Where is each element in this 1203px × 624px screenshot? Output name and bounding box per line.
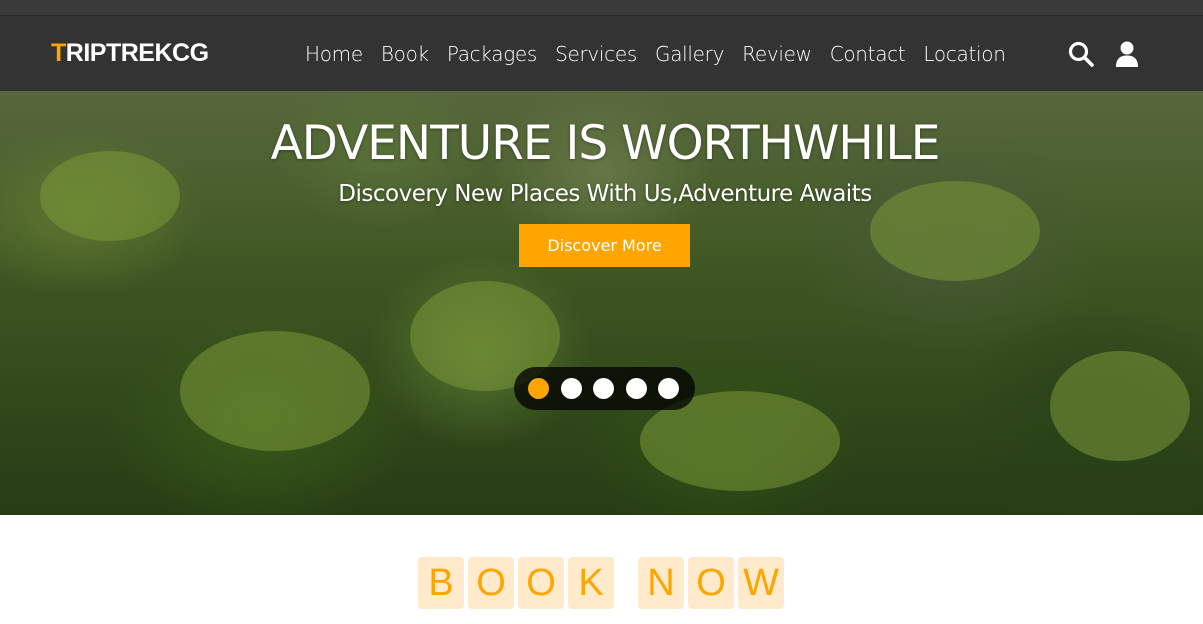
hero-title: ADVENTURE IS WORTHWHILE <box>270 116 941 171</box>
slider-dot-5[interactable] <box>658 378 679 399</box>
heading-letter: W <box>738 557 784 609</box>
nav-packages[interactable]: Packages <box>438 43 546 65</box>
heading-letter: O <box>468 557 514 609</box>
book-now-heading: B O O K N O W <box>418 557 788 609</box>
browser-top-strip <box>0 0 1203 16</box>
nav-location[interactable]: Location <box>914 43 1014 65</box>
heading-letter: B <box>418 557 464 609</box>
palm-foliage <box>180 331 370 451</box>
nav-gallery[interactable]: Gallery <box>646 43 733 65</box>
slider-dot-3[interactable] <box>593 378 614 399</box>
nav-book[interactable]: Book <box>372 43 438 65</box>
heading-letter: N <box>638 557 684 609</box>
nav-contact[interactable]: Contact <box>821 43 915 65</box>
heading-letter: O <box>688 557 734 609</box>
site-logo[interactable]: TRIPTREKCG <box>51 39 209 68</box>
navbar: TRIPTREKCG Home Book Packages Services G… <box>0 16 1203 91</box>
search-icon[interactable] <box>1067 40 1095 68</box>
hero-subtitle: Discovery New Places With Us,Adventure A… <box>338 181 872 207</box>
nav-services[interactable]: Services <box>546 43 646 65</box>
heading-letter: K <box>568 557 614 609</box>
heading-letter: O <box>518 557 564 609</box>
palm-foliage <box>1050 351 1190 461</box>
discover-more-button[interactable]: Discover More <box>519 224 690 267</box>
slider-dot-4[interactable] <box>625 378 647 399</box>
hero-slider: ADVENTURE IS WORTHWHILE Discovery New Pl… <box>0 91 1203 515</box>
heading-space <box>618 557 638 609</box>
main-nav: Home Book Packages Services Gallery Revi… <box>296 43 1015 65</box>
slider-dots <box>514 367 695 410</box>
nav-review[interactable]: Review <box>733 43 821 65</box>
slider-dot-2[interactable] <box>560 378 582 399</box>
slider-dot-1[interactable] <box>528 378 549 399</box>
nav-home[interactable]: Home <box>296 43 372 65</box>
user-icon[interactable] <box>1113 40 1141 68</box>
